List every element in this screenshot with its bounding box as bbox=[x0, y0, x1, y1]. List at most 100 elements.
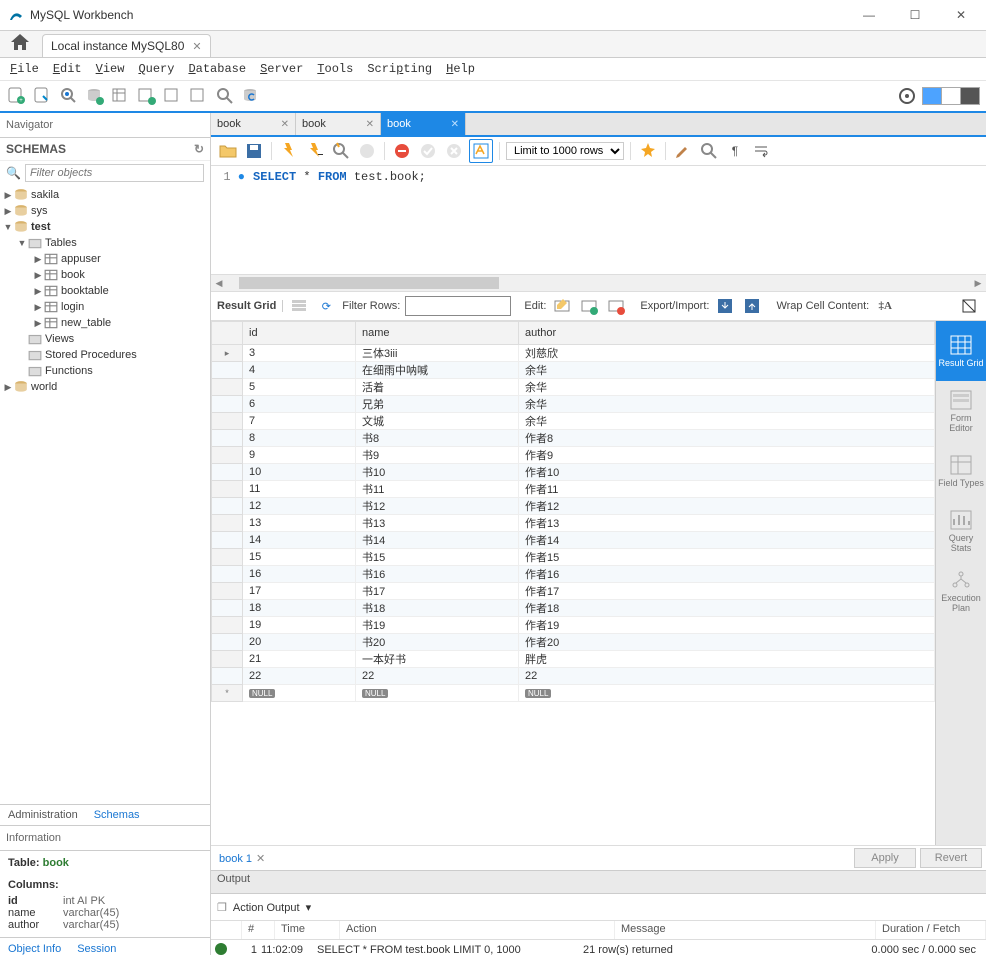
table-row[interactable]: 9书9作者9 bbox=[212, 447, 935, 464]
row-header[interactable] bbox=[212, 566, 243, 583]
cell-author[interactable]: 作者13 bbox=[519, 515, 935, 532]
cell-name[interactable]: 书9 bbox=[356, 447, 519, 464]
tree-table-appuser[interactable]: ▶appuser bbox=[0, 251, 210, 267]
save-icon[interactable] bbox=[243, 140, 265, 162]
col-header-id[interactable]: id bbox=[243, 322, 356, 345]
cell-id[interactable]: 8 bbox=[243, 430, 356, 447]
execute-cursor-icon[interactable] bbox=[304, 140, 326, 162]
cell-name[interactable]: 在细雨中呐喊 bbox=[356, 362, 519, 379]
cell-author[interactable]: 作者18 bbox=[519, 600, 935, 617]
row-header[interactable] bbox=[212, 634, 243, 651]
filter-input[interactable] bbox=[25, 164, 204, 182]
tree-views[interactable]: Views bbox=[0, 331, 210, 347]
add-row-icon[interactable] bbox=[578, 295, 600, 317]
menu-edit[interactable]: Edit bbox=[53, 62, 82, 76]
cell-null[interactable]: NULL bbox=[519, 685, 935, 702]
cell-author[interactable]: 余华 bbox=[519, 362, 935, 379]
close-icon[interactable]: ✕ bbox=[451, 119, 459, 130]
cell-id[interactable]: 21 bbox=[243, 651, 356, 668]
db-add-icon[interactable] bbox=[84, 85, 106, 107]
cell-name[interactable]: 三体3iii bbox=[356, 345, 519, 362]
row-header[interactable] bbox=[212, 481, 243, 498]
row-header[interactable]: ▸ bbox=[212, 345, 243, 362]
row-header[interactable] bbox=[212, 600, 243, 617]
cell-author[interactable]: 作者15 bbox=[519, 549, 935, 566]
cell-name[interactable]: 书8 bbox=[356, 430, 519, 447]
fn-add-icon[interactable] bbox=[188, 85, 210, 107]
table-row[interactable]: 10书10作者10 bbox=[212, 464, 935, 481]
tab-administration[interactable]: Administration bbox=[0, 805, 86, 825]
editor-tab[interactable]: book✕ bbox=[381, 113, 466, 135]
tree-schema-sakila[interactable]: ▶sakila bbox=[0, 187, 210, 203]
cell-id[interactable]: 16 bbox=[243, 566, 356, 583]
table-row[interactable]: ▸3三体3iii刘慈欣 bbox=[212, 345, 935, 362]
tree-table-book[interactable]: ▶book bbox=[0, 267, 210, 283]
row-header[interactable] bbox=[212, 430, 243, 447]
cell-name[interactable]: 书20 bbox=[356, 634, 519, 651]
cell-author[interactable]: 胖虎 bbox=[519, 651, 935, 668]
cell-name[interactable]: 书16 bbox=[356, 566, 519, 583]
cell-name[interactable]: 书10 bbox=[356, 464, 519, 481]
table-row[interactable]: 7文城余华 bbox=[212, 413, 935, 430]
cell-id[interactable]: 14 bbox=[243, 532, 356, 549]
cell-name[interactable]: 一本好书 bbox=[356, 651, 519, 668]
table-row[interactable]: 17书17作者17 bbox=[212, 583, 935, 600]
cell-id[interactable]: 18 bbox=[243, 600, 356, 617]
menu-tools[interactable]: Tools bbox=[317, 62, 353, 76]
row-header[interactable] bbox=[212, 396, 243, 413]
cell-name[interactable]: 书14 bbox=[356, 532, 519, 549]
cell-name[interactable]: 书12 bbox=[356, 498, 519, 515]
editor-tab[interactable]: book✕ bbox=[211, 113, 296, 135]
table-add-icon[interactable] bbox=[110, 85, 132, 107]
cell-name[interactable]: 活着 bbox=[356, 379, 519, 396]
side-field-types[interactable]: Field Types bbox=[936, 441, 986, 501]
cell-name[interactable]: 书19 bbox=[356, 617, 519, 634]
cell-author[interactable]: 作者9 bbox=[519, 447, 935, 464]
cell-author[interactable]: 余华 bbox=[519, 413, 935, 430]
cell-name[interactable]: 22 bbox=[356, 668, 519, 685]
table-row[interactable]: 18书18作者18 bbox=[212, 600, 935, 617]
editor-tab[interactable]: book✕ bbox=[296, 113, 381, 135]
tab-session[interactable]: Session bbox=[69, 938, 124, 955]
output-type-select[interactable]: Action Output ▾ bbox=[233, 901, 311, 914]
close-icon[interactable]: ✕ bbox=[281, 119, 289, 130]
cell-author[interactable]: 作者12 bbox=[519, 498, 935, 515]
layout-toggle[interactable] bbox=[922, 87, 980, 105]
table-row[interactable]: 5活着余华 bbox=[212, 379, 935, 396]
cell-name[interactable]: 书13 bbox=[356, 515, 519, 532]
cell-author[interactable]: 作者11 bbox=[519, 481, 935, 498]
cell-id[interactable]: 22 bbox=[243, 668, 356, 685]
row-header[interactable] bbox=[212, 379, 243, 396]
table-row-new[interactable]: *NULLNULLNULL bbox=[212, 685, 935, 702]
cell-name[interactable]: 书15 bbox=[356, 549, 519, 566]
cell-name[interactable]: 书18 bbox=[356, 600, 519, 617]
row-header[interactable] bbox=[212, 583, 243, 600]
table-row[interactable]: 15书15作者15 bbox=[212, 549, 935, 566]
settings-icon[interactable] bbox=[896, 85, 918, 107]
menu-view[interactable]: View bbox=[96, 62, 125, 76]
schema-tree[interactable]: ▶sakila ▶sys ▼test ▼Tables ▶appuser ▶boo… bbox=[0, 185, 210, 804]
cell-name[interactable]: 书17 bbox=[356, 583, 519, 600]
stop-icon[interactable] bbox=[356, 140, 378, 162]
tree-schema-sys[interactable]: ▶sys bbox=[0, 203, 210, 219]
connection-tab[interactable]: Local instance MySQL80 ✕ bbox=[42, 34, 211, 57]
cell-author[interactable]: 作者20 bbox=[519, 634, 935, 651]
cell-author[interactable]: 作者16 bbox=[519, 566, 935, 583]
table-row[interactable]: 14书14作者14 bbox=[212, 532, 935, 549]
cell-id[interactable]: 19 bbox=[243, 617, 356, 634]
cell-name[interactable]: 书11 bbox=[356, 481, 519, 498]
invisible-icon[interactable]: ¶ bbox=[724, 140, 746, 162]
edit-row-icon[interactable] bbox=[551, 295, 573, 317]
cell-author[interactable]: 作者19 bbox=[519, 617, 935, 634]
open-sql-icon[interactable] bbox=[32, 85, 54, 107]
cell-id[interactable]: 4 bbox=[243, 362, 356, 379]
table-row[interactable]: 13书13作者13 bbox=[212, 515, 935, 532]
limit-select[interactable]: Limit to 1000 rows bbox=[506, 142, 624, 160]
cell-null[interactable]: NULL bbox=[356, 685, 519, 702]
row-header[interactable] bbox=[212, 362, 243, 379]
row-header[interactable] bbox=[212, 498, 243, 515]
close-icon[interactable]: ✕ bbox=[256, 853, 265, 865]
cell-name[interactable]: 文城 bbox=[356, 413, 519, 430]
menu-help[interactable]: Help bbox=[446, 62, 475, 76]
cell-id[interactable]: 5 bbox=[243, 379, 356, 396]
